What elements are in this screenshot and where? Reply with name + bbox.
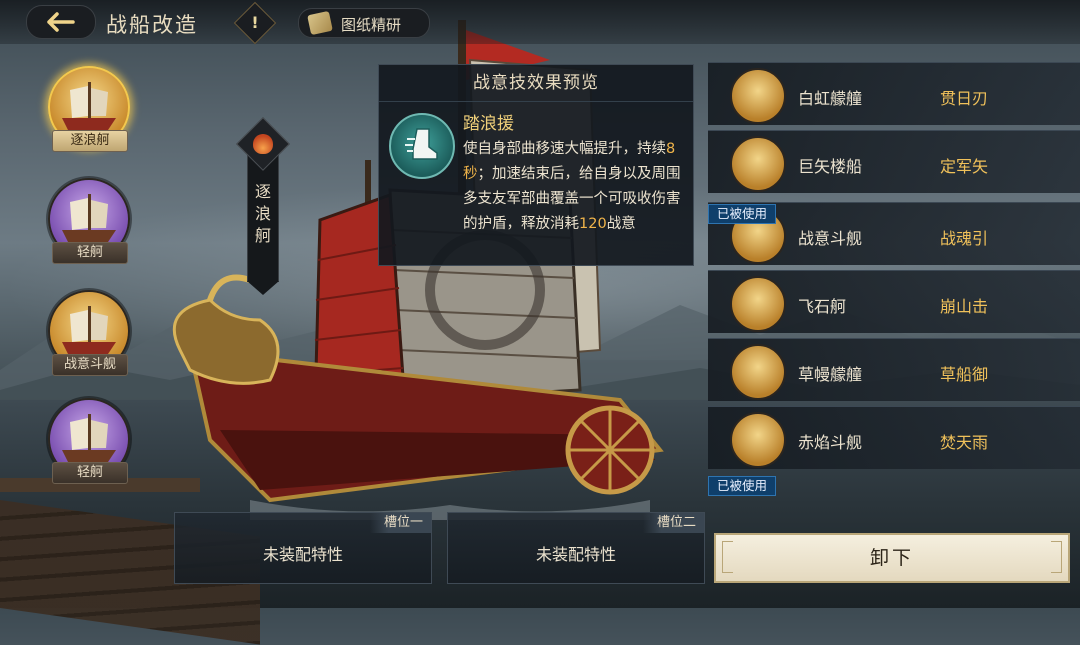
source-skill-name: 焚天雨	[940, 433, 989, 452]
exclamation-icon: !	[251, 13, 259, 32]
used-badge: 已被使用	[708, 476, 776, 496]
source-ship-name: 飞石舸	[798, 297, 847, 316]
current-ship-char: 逐	[254, 182, 271, 201]
skill-source-list[interactable]: 白虹艨艟 贯日刃 巨矢楼船 定军矢 战意斗舰 战魂引 已被使用 飞石舸 崩山击 …	[708, 62, 1080, 498]
source-skill-name: 草船御	[940, 365, 989, 384]
source-ship-name: 战意斗舰	[798, 229, 863, 248]
skill-desc-text: ；加速结束后，给自身以及周围多支友军部曲覆盖一个可吸收伤害的护盾，释放消耗	[463, 166, 681, 232]
current-ship-char: 浪	[254, 204, 271, 223]
skill-desc-text: 使自身部曲移速大幅提升，持续	[463, 141, 666, 157]
source-skill-name: 定军矢	[940, 157, 989, 176]
ship-name: 逐浪舸	[52, 130, 128, 152]
blueprint-research-button[interactable]: 图纸精研	[298, 8, 430, 38]
slot-tag: 槽位二	[642, 513, 704, 533]
source-ship-name: 赤焰斗舰	[798, 433, 863, 452]
current-ship-banner: 逐 浪 舸	[236, 117, 290, 295]
source-skill-name: 贯日刃	[940, 89, 989, 108]
unload-button[interactable]: 卸下	[714, 533, 1070, 583]
skill-desc-highlight: 120	[579, 216, 607, 232]
skill-description: 使自身部曲移速大幅提升，持续8秒；加速结束后，给自身以及周围多支友军部曲覆盖一个…	[463, 137, 685, 255]
blueprint-research-label: 图纸精研	[341, 16, 402, 34]
ship-name: 轻舸	[52, 462, 128, 484]
skill-name: 踏浪援	[463, 114, 514, 134]
scroll-icon	[307, 10, 333, 36]
top-bar: 战船改造 ! 图纸精研	[0, 0, 1080, 45]
ship-thumbnail	[730, 136, 786, 192]
slot-state: 未装配特性	[262, 545, 343, 564]
current-ship-char: 舸	[254, 226, 271, 245]
back-arrow-icon	[47, 12, 75, 32]
source-skill-name: 崩山击	[940, 297, 989, 316]
source-skill-name: 战魂引	[940, 229, 989, 248]
skill-preview-panel: 战意技效果预览 踏浪援 使自身部曲移速大幅提升，持续8秒；加速结束后，给自身以及…	[378, 64, 694, 266]
ship-name: 战意斗舰	[52, 354, 128, 376]
current-ship-name: 逐 浪 舸	[248, 181, 278, 247]
list-item[interactable]: 巨矢楼船 定军矢	[708, 130, 1080, 193]
page-title: 战船改造	[106, 13, 198, 37]
trait-slot-1[interactable]: 槽位一 未装配特性	[174, 512, 432, 584]
list-item[interactable]: 白虹艨艟 贯日刃	[708, 62, 1080, 125]
ship-thumbnail	[730, 412, 786, 468]
list-item[interactable]: 飞石舸 崩山击	[708, 270, 1080, 333]
slot-tag: 槽位一	[369, 513, 431, 533]
ship-thumbnail	[730, 344, 786, 400]
list-item[interactable]: 赤焰斗舰 焚天雨	[708, 406, 1080, 469]
source-ship-name: 巨矢楼船	[798, 157, 863, 176]
ship-selector-item[interactable]: 轻舸	[48, 178, 130, 264]
used-badge: 已被使用	[708, 204, 776, 224]
ship-thumbnail-icon	[62, 194, 116, 242]
ship-thumbnail-icon	[62, 82, 116, 130]
boot-wind-icon	[405, 128, 438, 160]
skill-desc-text: 战意	[606, 216, 636, 232]
source-ship-name: 白虹艨艟	[798, 89, 863, 108]
source-ship-name: 草幔艨艟	[798, 365, 863, 384]
ship-thumbnail	[730, 68, 786, 124]
ship-name: 轻舸	[52, 242, 128, 264]
info-button[interactable]: !	[233, 1, 277, 45]
unload-label: 卸下	[869, 547, 914, 569]
ship-selector-item[interactable]: 战意斗舰	[48, 290, 130, 376]
ship-selector-item[interactable]: 逐浪舸	[48, 66, 130, 152]
slot-state: 未装配特性	[535, 545, 616, 564]
ship-selector-item[interactable]: 轻舸	[48, 398, 130, 484]
ship-thumbnail-icon	[62, 306, 116, 354]
trait-slot-2[interactable]: 槽位二 未装配特性	[447, 512, 705, 584]
preview-title: 战意技效果预览	[379, 65, 693, 102]
skill-icon	[389, 113, 455, 179]
ship-thumbnail-icon	[62, 414, 116, 462]
back-button[interactable]	[26, 5, 96, 39]
list-item[interactable]: 草幔艨艟 草船御	[708, 338, 1080, 401]
ship-thumbnail	[730, 276, 786, 332]
